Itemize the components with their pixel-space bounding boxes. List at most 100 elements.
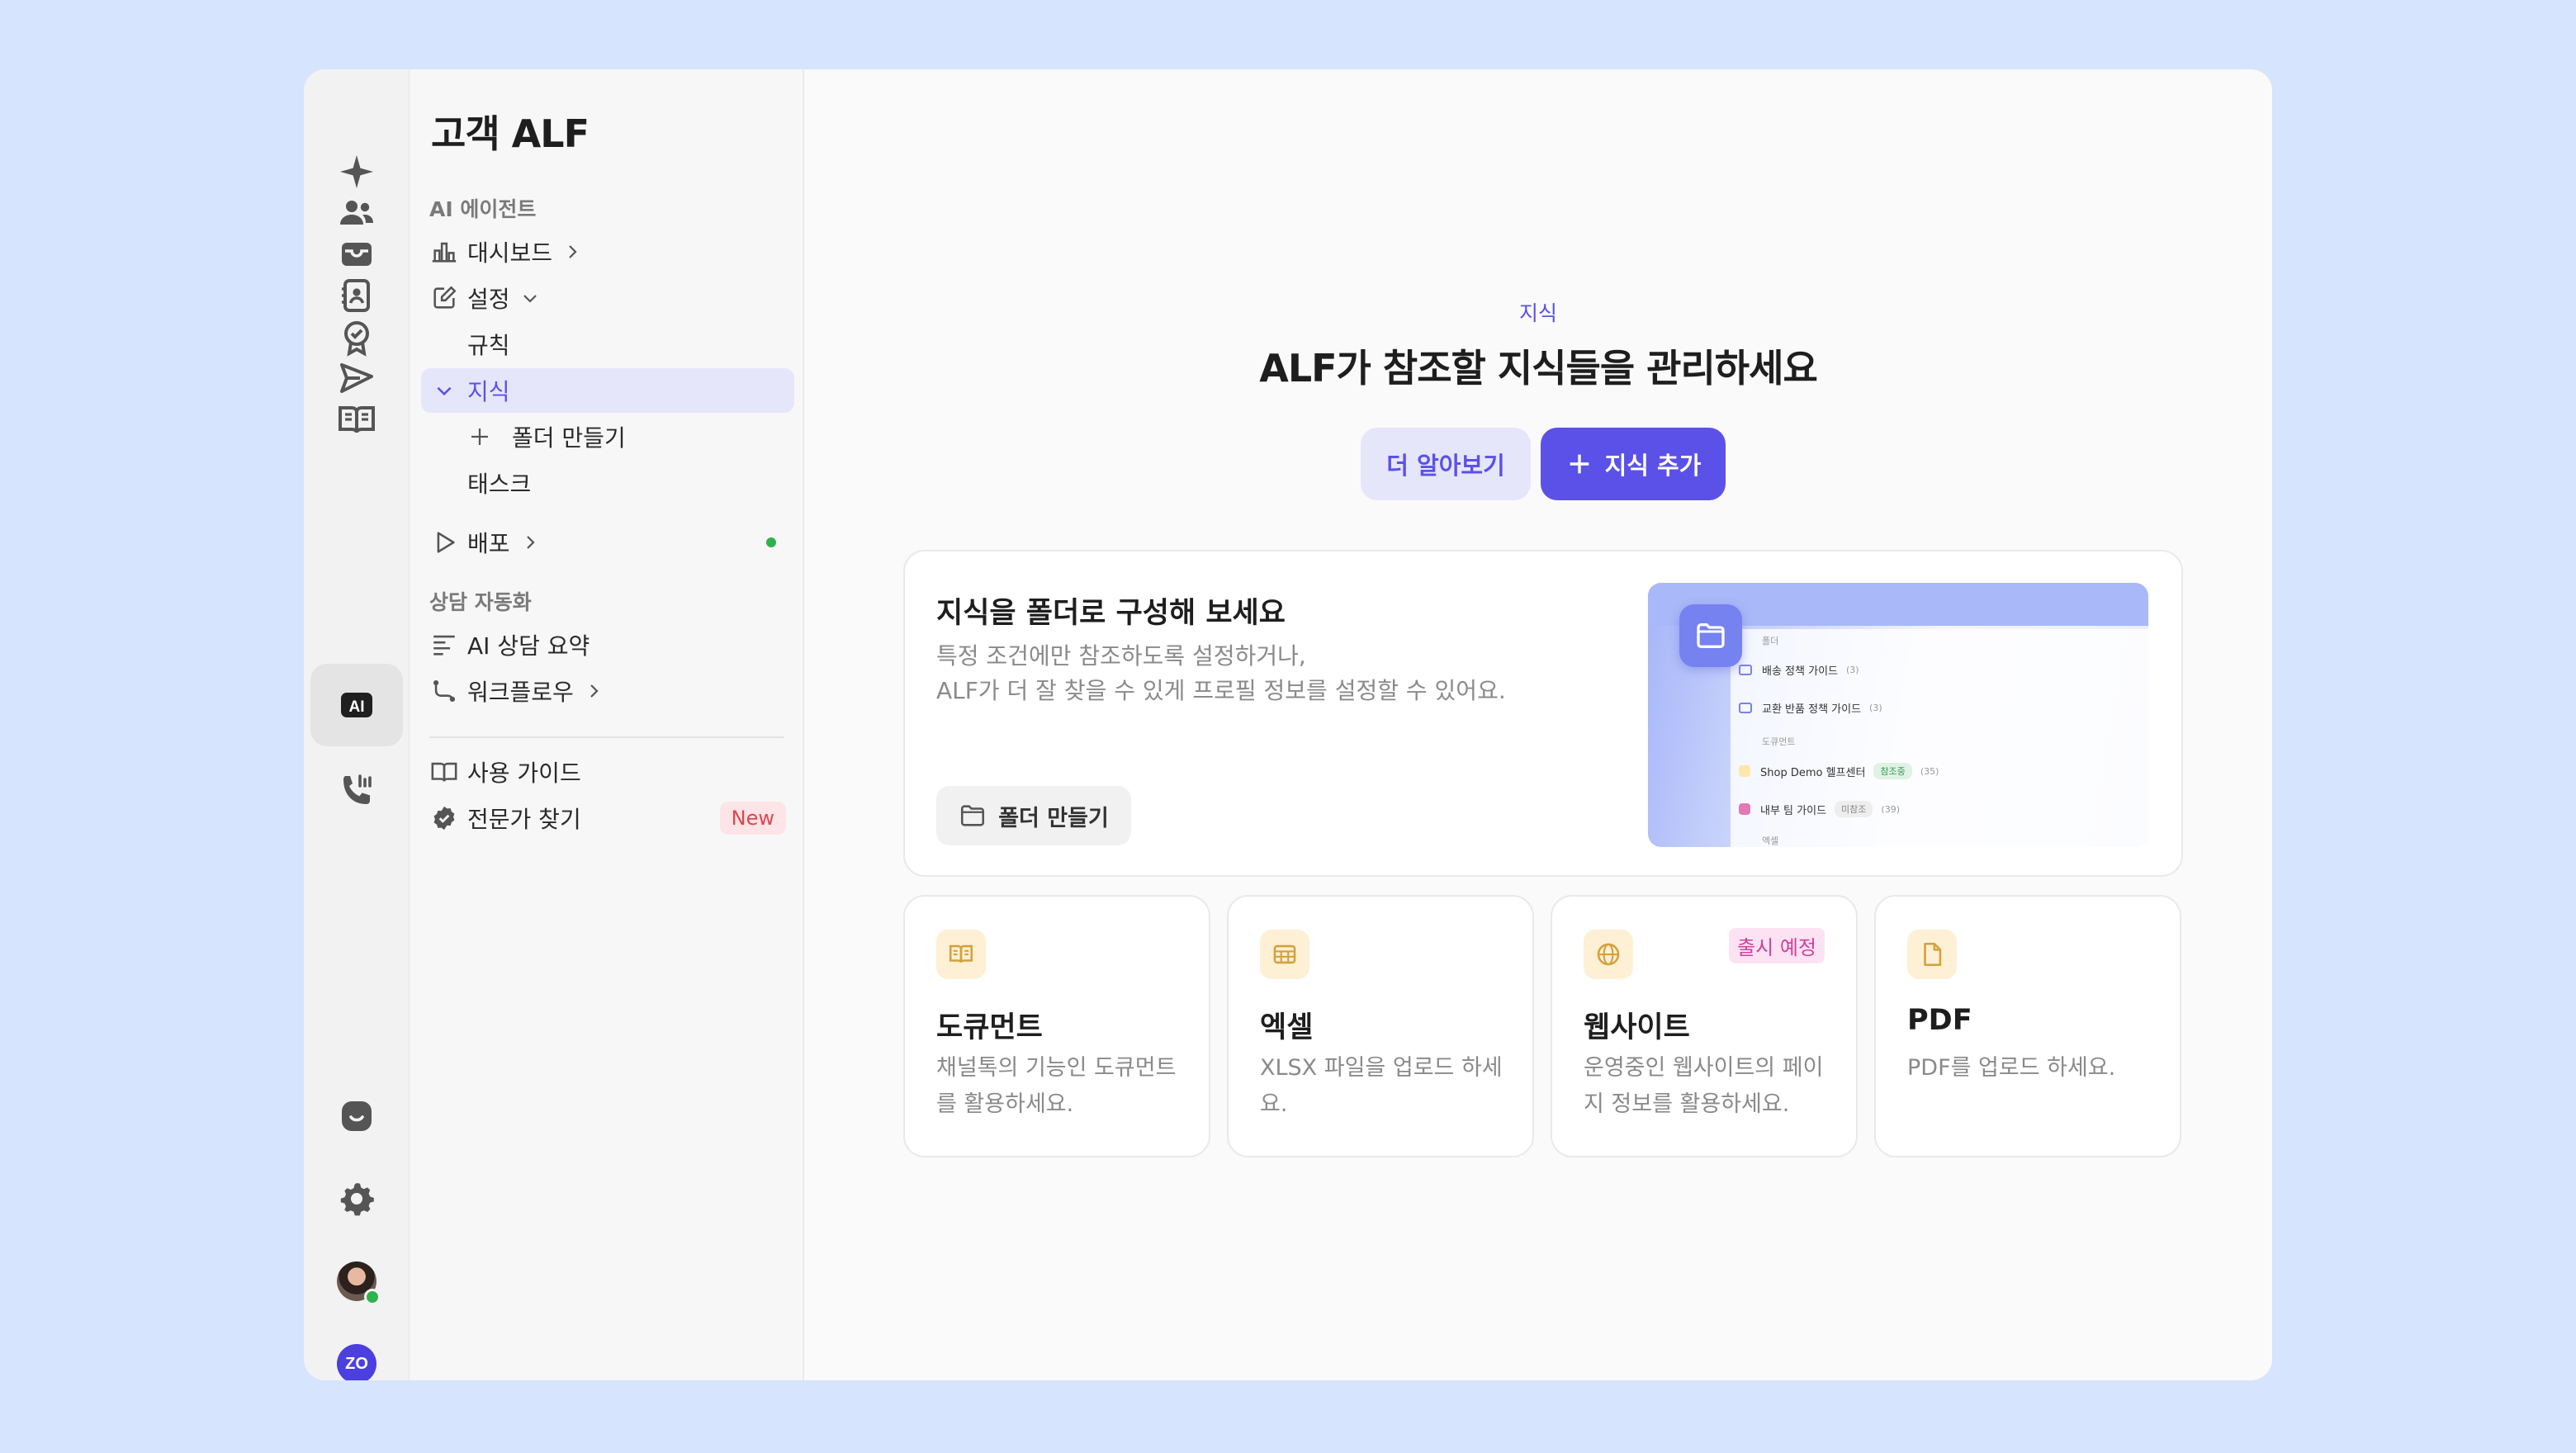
sidebar-item-label: 폴더 만들기 <box>512 424 626 452</box>
chevron-right-icon <box>562 242 582 262</box>
sidebar-item-knowledge[interactable]: 지식 <box>421 368 794 413</box>
preview-row: Shop Demo 헬프센터 참조중 (35) <box>1739 763 1939 779</box>
section-eyebrow: 지식 <box>1518 301 1557 325</box>
create-folder-button[interactable]: 폴더 만들기 <box>936 786 1131 845</box>
card-title: 엑셀 <box>1260 1011 1314 1044</box>
plus-icon <box>467 424 512 449</box>
card-description: PDF를 업로드 하세요. <box>1907 1055 2116 1081</box>
feature-description: 특정 조건에만 참조하도록 설정하거나, ALF가 더 잘 찾을 수 있게 프로… <box>936 639 1506 708</box>
sidebar-item-deploy[interactable]: 배포 <box>421 520 794 565</box>
preview-tag: 참조중 <box>1873 763 1912 779</box>
feature-title: 지식을 폴더로 구성해 보세요 <box>936 597 1286 630</box>
sidebar-item-dashboard[interactable]: 대시보드 <box>421 230 794 274</box>
doc-icon <box>1739 765 1750 777</box>
sidebar-item-label: AI 상담 요약 <box>467 632 590 660</box>
bar-chart-icon <box>421 238 467 266</box>
chevron-down-icon <box>421 380 467 401</box>
preview-row: 배송 정책 가이드 (3) <box>1739 662 1859 678</box>
preview-excel-header: 엑셀 <box>1762 834 1778 847</box>
learn-more-button[interactable]: 더 알아보기 <box>1361 428 1531 500</box>
sidebar-item-create-folder[interactable]: 폴더 만들기 <box>421 414 794 459</box>
workspace-logo[interactable]: ZO <box>310 1323 403 1380</box>
sidebar-item-label: 사용 가이드 <box>467 760 581 787</box>
icon-rail: AI ZO <box>304 69 410 1380</box>
sidebar-item-rules[interactable]: 규칙 <box>421 322 794 367</box>
table-icon <box>1260 930 1309 979</box>
preview-count: (35) <box>1920 765 1939 777</box>
phone-icon[interactable] <box>310 750 403 832</box>
book-icon[interactable] <box>310 378 403 461</box>
folder-icon <box>1739 703 1752 713</box>
create-folder-label: 폴더 만들기 <box>998 805 1109 831</box>
section-label-ai-agent: AI 에이전트 <box>429 197 537 221</box>
feature-description-line: ALF가 더 잘 찾을 수 있게 프로필 정보를 설정할 수 있어요. <box>936 677 1506 704</box>
page-title: 고객 ALF <box>431 111 590 156</box>
nav-sidebar: 고객 ALF AI 에이전트 대시보드 설정 규칙 지식 폴더 만들기 태스크 <box>410 69 804 1380</box>
gear-icon[interactable] <box>310 1157 403 1240</box>
sidebar-item-ai-summary[interactable]: AI 상담 요약 <box>421 622 794 667</box>
sidebar-item-experts[interactable]: 전문가 찾기 New <box>421 796 794 840</box>
verified-badge-icon <box>421 804 467 832</box>
sidebar-item-guide[interactable]: 사용 가이드 <box>421 750 794 794</box>
sidebar-item-label: 배포 <box>467 530 510 557</box>
folder-feature-card: 지식을 폴더로 구성해 보세요 특정 조건에만 참조하도록 설정하거나, ALF… <box>903 550 2183 877</box>
divider <box>429 736 784 738</box>
text-lines-icon <box>421 631 467 659</box>
sidebar-item-tasks[interactable]: 태스크 <box>421 461 794 505</box>
preview-text: 교환 반품 정책 가이드 <box>1762 703 1862 716</box>
card-description: XLSX 파일을 업로드 하세요. <box>1260 1055 1503 1117</box>
coming-soon-badge: 출시 예정 <box>1729 928 1825 963</box>
folder-icon <box>1739 665 1752 675</box>
status-dot <box>766 537 776 547</box>
learn-more-label: 더 알아보기 <box>1386 452 1505 480</box>
sidebar-item-settings[interactable]: 설정 <box>421 276 794 320</box>
preview-row: 교환 반품 정책 가이드 (3) <box>1739 700 1882 716</box>
edit-icon <box>421 284 467 312</box>
preview-folder-header: 폴더 <box>1762 634 1778 647</box>
ai-icon[interactable]: AI <box>310 664 403 746</box>
sidebar-item-label: 전문가 찾기 <box>467 806 581 833</box>
sidebar-item-label: 규칙 <box>467 332 510 359</box>
avatar[interactable] <box>310 1240 403 1323</box>
feature-description-line: 특정 조건에만 참조하도록 설정하거나, <box>936 642 1306 670</box>
workflow-icon <box>421 677 467 705</box>
new-badge: New <box>719 802 786 835</box>
card-title: PDF <box>1907 1004 1972 1037</box>
doc-icon <box>1739 803 1750 815</box>
book-icon <box>936 930 986 979</box>
file-icon <box>1907 930 1957 979</box>
sidebar-item-label: 워크플로우 <box>467 679 574 706</box>
chat-icon[interactable] <box>310 1075 403 1157</box>
preview-tag: 미참조 <box>1835 801 1873 817</box>
add-knowledge-button[interactable]: 지식 추가 <box>1541 428 1726 500</box>
sidebar-item-workflow[interactable]: 워크플로우 <box>421 669 794 713</box>
preview-text: 내부 팀 가이드 <box>1760 804 1827 817</box>
folder-icon <box>961 805 985 826</box>
sidebar-item-label: 설정 <box>467 286 510 313</box>
card-title: 웹사이트 <box>1584 1011 1690 1044</box>
preview-text: 폴더 <box>1762 636 1779 646</box>
sidebar-item-label: 대시보드 <box>467 239 553 267</box>
headline: ALF가 참조할 지식들을 관리하세요 <box>1259 346 1818 390</box>
preview-row: 내부 팀 가이드 미참조 (39) <box>1739 801 1900 817</box>
play-icon <box>421 528 467 556</box>
preview-doc-header: 도큐먼트 <box>1762 735 1795 748</box>
card-title: 도큐먼트 <box>936 1011 1043 1044</box>
preview-text: 배송 정책 가이드 <box>1762 665 1838 678</box>
chevron-right-icon <box>520 532 540 552</box>
preview-text: Shop Demo 헬프센터 <box>1760 766 1866 779</box>
knowledge-type-card-pdf[interactable]: PDF PDF를 업로드 하세요. <box>1874 895 2181 1157</box>
knowledge-type-card-website[interactable]: 출시 예정 웹사이트 운영중인 웹사이트의 페이지 정보를 활용하세요. <box>1551 895 1858 1157</box>
preview-count: (3) <box>1869 703 1882 713</box>
card-description: 운영중인 웹사이트의 페이지 정보를 활용하세요. <box>1584 1055 1824 1117</box>
knowledge-type-card-document[interactable]: 도큐먼트 채널톡의 기능인 도큐먼트를 활용하세요. <box>903 895 1210 1157</box>
chevron-right-icon <box>584 681 604 701</box>
card-description: 채널톡의 기능인 도큐먼트를 활용하세요. <box>936 1055 1177 1117</box>
knowledge-type-card-excel[interactable]: 엑셀 XLSX 파일을 업로드 하세요. <box>1227 895 1534 1157</box>
preview-text: 도큐먼트 <box>1762 736 1796 747</box>
app-window: AI ZO 고객 ALF AI 에이전트 대시보드 설정 규칙 지식 폴더 만들… <box>304 69 2272 1380</box>
workspace-logo-text: ZO <box>337 1344 376 1380</box>
section-label-automation: 상담 자동화 <box>429 590 532 614</box>
preview-text: 엑셀 <box>1762 835 1779 846</box>
globe-icon <box>1584 930 1633 979</box>
